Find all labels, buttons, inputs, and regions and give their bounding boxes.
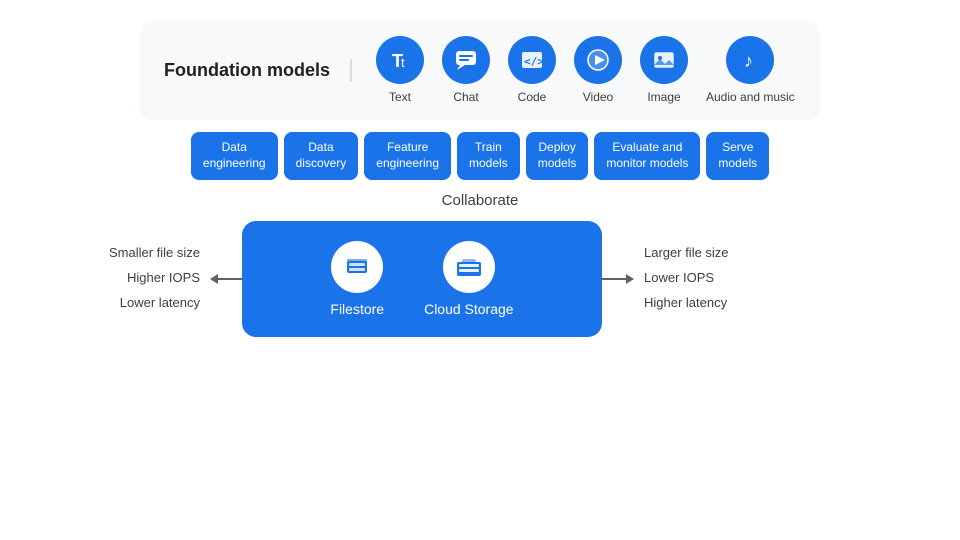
- foundation-section: Foundation models T t Text: [140, 20, 820, 120]
- cloud-storage-label: Cloud Storage: [424, 301, 514, 317]
- storage-right-labels: Larger file size Lower IOPS Higher laten…: [634, 243, 774, 313]
- left-arrow-head: [210, 274, 218, 284]
- left-label-3: Lower latency: [70, 293, 200, 314]
- code-icon: </>: [508, 36, 556, 84]
- main-container: Foundation models T t Text: [0, 0, 960, 540]
- text-icon: T t: [376, 36, 424, 84]
- icon-item-text: T t Text: [376, 36, 424, 104]
- badge-evaluate-monitor: Evaluate and monitor models: [594, 132, 700, 179]
- right-label-1: Larger file size: [644, 243, 774, 264]
- filestore-item: Filestore: [330, 241, 384, 317]
- right-arrow: [602, 274, 634, 284]
- video-label: Video: [583, 90, 613, 104]
- icon-item-image: Image: [640, 36, 688, 104]
- audio-label: Audio and music: [706, 90, 795, 104]
- icon-item-audio: ♪ Audio and music: [706, 36, 795, 104]
- badge-deploy-models: Deploy models: [526, 132, 589, 179]
- code-label: Code: [518, 90, 547, 104]
- left-arrow-line: [218, 278, 242, 280]
- collaborate-label: Collaborate: [442, 192, 519, 209]
- cloud-storage-item: Cloud Storage: [424, 241, 514, 317]
- audio-icon: ♪: [726, 36, 774, 84]
- chat-icon: [442, 36, 490, 84]
- svg-text:♪: ♪: [744, 51, 753, 71]
- icon-item-chat: Chat: [442, 36, 490, 104]
- left-label-1: Smaller file size: [70, 243, 200, 264]
- text-label: Text: [389, 90, 411, 104]
- right-arrow-line: [602, 278, 626, 280]
- foundation-icons: T t Text Chat: [352, 36, 795, 104]
- badge-data-engineering: Data engineering: [191, 132, 278, 179]
- foundation-title: Foundation models: [164, 59, 352, 82]
- storage-box: Filestore Cloud Storage: [242, 221, 602, 337]
- pipeline-row: Data engineering Data discovery Feature …: [191, 132, 769, 179]
- right-label-3: Higher latency: [644, 293, 774, 314]
- left-arrow: [210, 274, 242, 284]
- filestore-label: Filestore: [330, 301, 384, 317]
- badge-serve-models: Serve models: [706, 132, 769, 179]
- icon-item-video: Video: [574, 36, 622, 104]
- right-label-2: Lower IOPS: [644, 268, 774, 289]
- icon-item-code: </> Code: [508, 36, 556, 104]
- image-label: Image: [647, 90, 680, 104]
- badge-feature-engineering: Feature engineering: [364, 132, 451, 179]
- chat-label: Chat: [453, 90, 478, 104]
- image-icon: [640, 36, 688, 84]
- cloud-storage-icon: [443, 241, 495, 293]
- storage-row: Smaller file size Higher IOPS Lower late…: [70, 221, 890, 337]
- left-label-2: Higher IOPS: [70, 268, 200, 289]
- svg-text:t: t: [401, 55, 405, 70]
- right-arrow-head: [626, 274, 634, 284]
- badge-train-models: Train models: [457, 132, 520, 179]
- filestore-icon: [331, 241, 383, 293]
- video-icon: [574, 36, 622, 84]
- svg-text:</>: </>: [524, 55, 544, 68]
- badge-data-discovery: Data discovery: [284, 132, 359, 179]
- storage-left-labels: Smaller file size Higher IOPS Lower late…: [70, 243, 210, 313]
